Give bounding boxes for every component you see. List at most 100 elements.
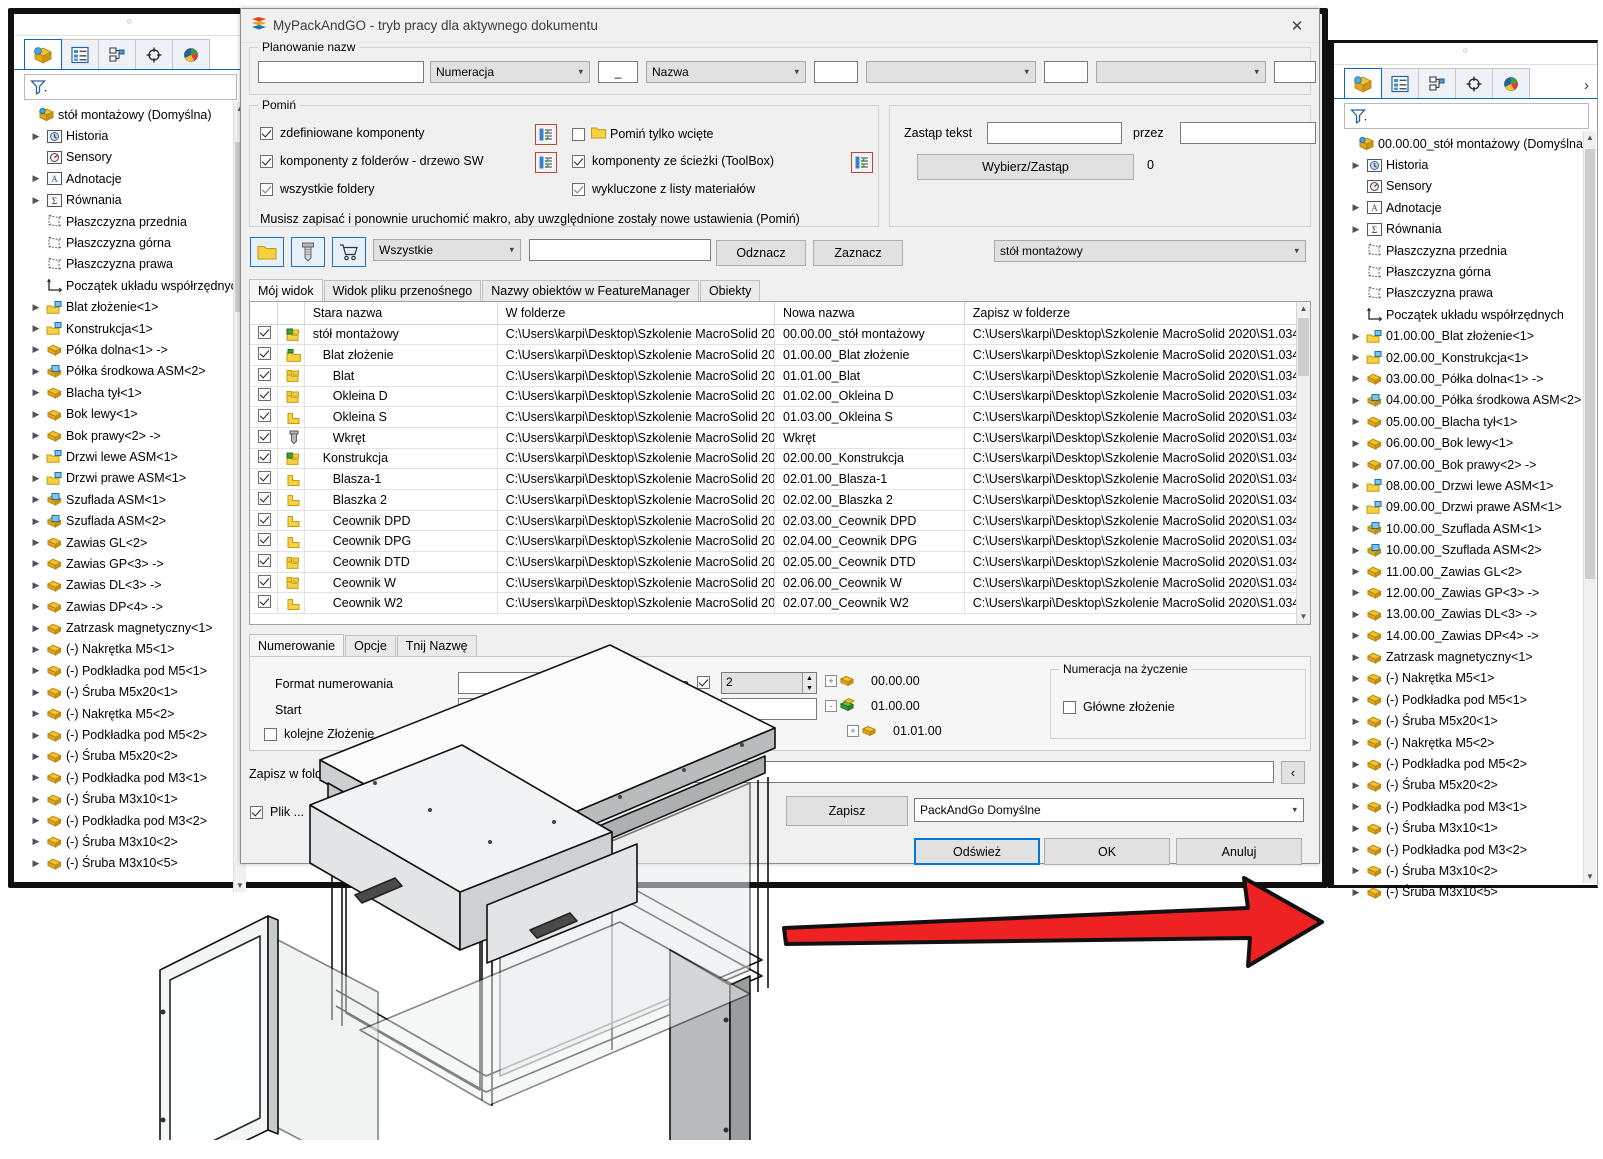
left-tree-item[interactable]: ▶ (-) Podkładka pod M5<2> [20,724,245,745]
row-new-name[interactable]: 02.01.00_Blasza-1 [774,468,965,490]
chevron-right-icon[interactable]: ▶ [28,451,44,462]
table-row[interactable]: Wkręt C:\Users\karpi\Desktop\Szkolenie Ma… [250,427,1310,449]
chevron-right-icon[interactable]: ▶ [28,430,44,441]
odznacz-button[interactable]: Odznacz [716,240,806,266]
row-save-folder[interactable]: C:\Users\karpi\Desktop\Szkolenie MacroSo… [964,510,1310,532]
row-save-folder[interactable]: C:\Users\karpi\Desktop\Szkolenie MacroSo… [964,572,1310,594]
row-save-folder[interactable]: C:\Users\karpi\Desktop\Szkolenie MacroSo… [964,489,1310,511]
anuluj-button[interactable]: Anuluj [1176,838,1302,865]
right-tree-item[interactable]: Płaszczyzna górna [1340,261,1597,282]
right-tree-item[interactable]: ▶ A Adnotacje [1340,197,1597,218]
right-tree-item[interactable]: ▶ (-) Nakrętka M5<1> [1340,668,1597,689]
right-feature-manager-tabs[interactable]: › [1334,65,1597,99]
scroll-up-icon[interactable]: ▲ [1297,302,1310,316]
chevron-right-icon[interactable]: ▶ [1348,780,1364,791]
chevron-right-icon[interactable]: ▶ [28,173,44,184]
checkbox[interactable] [258,574,271,588]
glowne-zlozenie-check[interactable]: Główne złożenie [1063,700,1175,714]
left-tree-item[interactable]: ▶ (-) Śruba M5x20<1> [20,682,245,703]
left-tree-item[interactable]: ▶ (-) Nakrętka M5<1> [20,639,245,660]
przez-input[interactable] [1180,122,1316,144]
left-tree-item[interactable]: ▶ Półka środkowa ASM<2> [20,361,245,382]
row-checkbox-cell[interactable] [250,551,278,573]
format-spinner[interactable]: ▲ ▼ [539,673,553,693]
property-manager-icon[interactable] [1381,68,1419,98]
checkbox[interactable] [572,127,585,141]
format-numerowania-input[interactable]: ▲ ▼ [458,672,554,694]
left-tree-item[interactable]: ▶ Historia [20,125,245,146]
checkbox[interactable] [250,805,263,819]
chevron-right-icon[interactable]: ▶ [28,580,44,591]
left-tree-item[interactable]: ▶ Blacha tył<1> [20,382,245,403]
chevron-right-icon[interactable]: ▶ [1348,395,1364,406]
chevron-right-icon[interactable]: ▶ [28,344,44,355]
chevron-right-icon[interactable]: ▶ [1348,694,1364,705]
display-manager-icon[interactable] [1492,68,1530,98]
row-save-folder[interactable]: C:\Users\karpi\Desktop\Szkolenie MacroSo… [964,530,1310,553]
row-checkbox-cell[interactable] [250,489,278,511]
poziomy-spinner[interactable]: ▲ ▼ [802,673,816,693]
chevron-right-icon[interactable]: › [1584,77,1597,98]
scroll-thumb[interactable] [1585,149,1595,579]
planowanie-field-5[interactable] [1274,61,1316,83]
tab-widok-pliku-przeno-nego[interactable]: Widok pliku przenośnego [323,280,482,301]
row-checkbox-cell[interactable] [250,510,278,532]
poziomy-po-input[interactable]: 2 ▲ ▼ [721,672,817,694]
separator-input[interactable] [721,698,817,720]
checkbox[interactable] [258,491,271,505]
chevron-right-icon[interactable]: ▶ [28,366,44,377]
chevron-right-icon[interactable]: ▶ [1348,438,1364,449]
row-checkbox-cell[interactable] [250,406,278,428]
panel-grip[interactable] [14,14,245,36]
left-tree-item[interactable]: Płaszczyzna przednia [20,211,245,232]
right-tree-item[interactable]: ▶ (-) Śruba M3x10<1> [1340,818,1597,839]
row-new-name[interactable]: 02.02.00_Blaszka 2 [774,489,965,511]
right-feature-tree[interactable]: 00.00.00_stół montażowy (Domyślna) ▶ Histo… [1334,131,1597,903]
chevron-right-icon[interactable]: ▶ [28,858,44,869]
pomin-check-2[interactable]: komponenty z folderów - drzewo SW [260,154,484,168]
tab-obiekty[interactable]: Obiekty [699,280,761,301]
tab-opcje[interactable]: Opcje [345,635,396,656]
row-checkbox-cell[interactable] [250,572,278,594]
row-checkbox-cell[interactable] [250,324,278,346]
right-tree-item[interactable]: Płaszczyzna przednia [1340,240,1597,261]
property-manager-icon[interactable] [61,39,99,69]
chevron-right-icon[interactable]: ▶ [1348,160,1364,171]
zastap-tekst-input[interactable] [987,122,1122,144]
checkbox[interactable] [1063,700,1076,714]
left-tree-item[interactable]: ▶ Blat złożenie<1> [20,297,245,318]
right-tree-item[interactable]: ▶ 10.00.00_Szuflada ASM<1> [1340,518,1597,539]
row-save-folder[interactable]: C:\Users\karpi\Desktop\Szkolenie MacroSo… [964,468,1310,490]
right-tree-item[interactable]: ▶ (-) Śruba M3x10<2> [1340,860,1597,881]
table-header-cell[interactable]: Nowa nazwa [774,302,965,325]
scroll-down-icon[interactable]: ▼ [234,879,246,892]
right-tree-item[interactable]: ▶ (-) Podkładka pod M3<1> [1340,796,1597,817]
planowanie-combo-2[interactable]: Nazwa ▾ [646,61,806,83]
table-row[interactable]: Ceownik DPG C:\Users\karpi\Desktop\Szkole… [250,530,1310,553]
left-tree-item[interactable]: ▶ Zawias DL<3> -> [20,575,245,596]
right-tree-item[interactable]: ▶ Zatrzask magnetyczny<1> [1340,646,1597,667]
table-header-cell[interactable] [250,302,278,325]
table-row[interactable]: Ceownik W2 C:\Users\karpi\Desktop\Szkolen… [250,592,1310,615]
checkbox[interactable] [258,553,271,567]
chevron-right-icon[interactable]: ▶ [1348,630,1364,641]
checkbox[interactable] [264,727,277,741]
chevron-right-icon[interactable]: ▶ [28,131,44,142]
left-feature-manager-tabs[interactable] [14,36,245,70]
zapisz-button[interactable]: Zapisz [786,796,908,826]
checkbox[interactable] [260,126,273,140]
left-tree-item[interactable]: ▶ A Adnotacje [20,168,245,189]
chevron-right-icon[interactable]: ▶ [28,730,44,741]
left-tree-item[interactable]: stół montażowy (Domyślna) [20,104,245,125]
zapisz-w-folderze-input[interactable] [354,761,1274,783]
pomin-check-3[interactable]: wszystkie foldery [260,182,374,196]
left-tree-item[interactable]: ▶ Szuflada ASM<2> [20,510,245,531]
table-row[interactable]: Blat C:\Users\karpi\Desktop\Szkolenie Mac… [250,365,1310,387]
left-tree-item[interactable]: ▶ Zawias DP<4> -> [20,596,245,617]
left-tree-item[interactable]: ▶ Bok lewy<1> [20,403,245,424]
chevron-right-icon[interactable]: ▶ [1348,587,1364,598]
right-tree-item[interactable]: ▶ (-) Podkładka pod M5<2> [1340,753,1597,774]
checkbox[interactable] [258,595,271,609]
tab-tnij-nazw-[interactable]: Tnij Nazwę [396,635,477,656]
right-tree-item[interactable]: ▶ (-) Podkładka pod M3<2> [1340,839,1597,860]
